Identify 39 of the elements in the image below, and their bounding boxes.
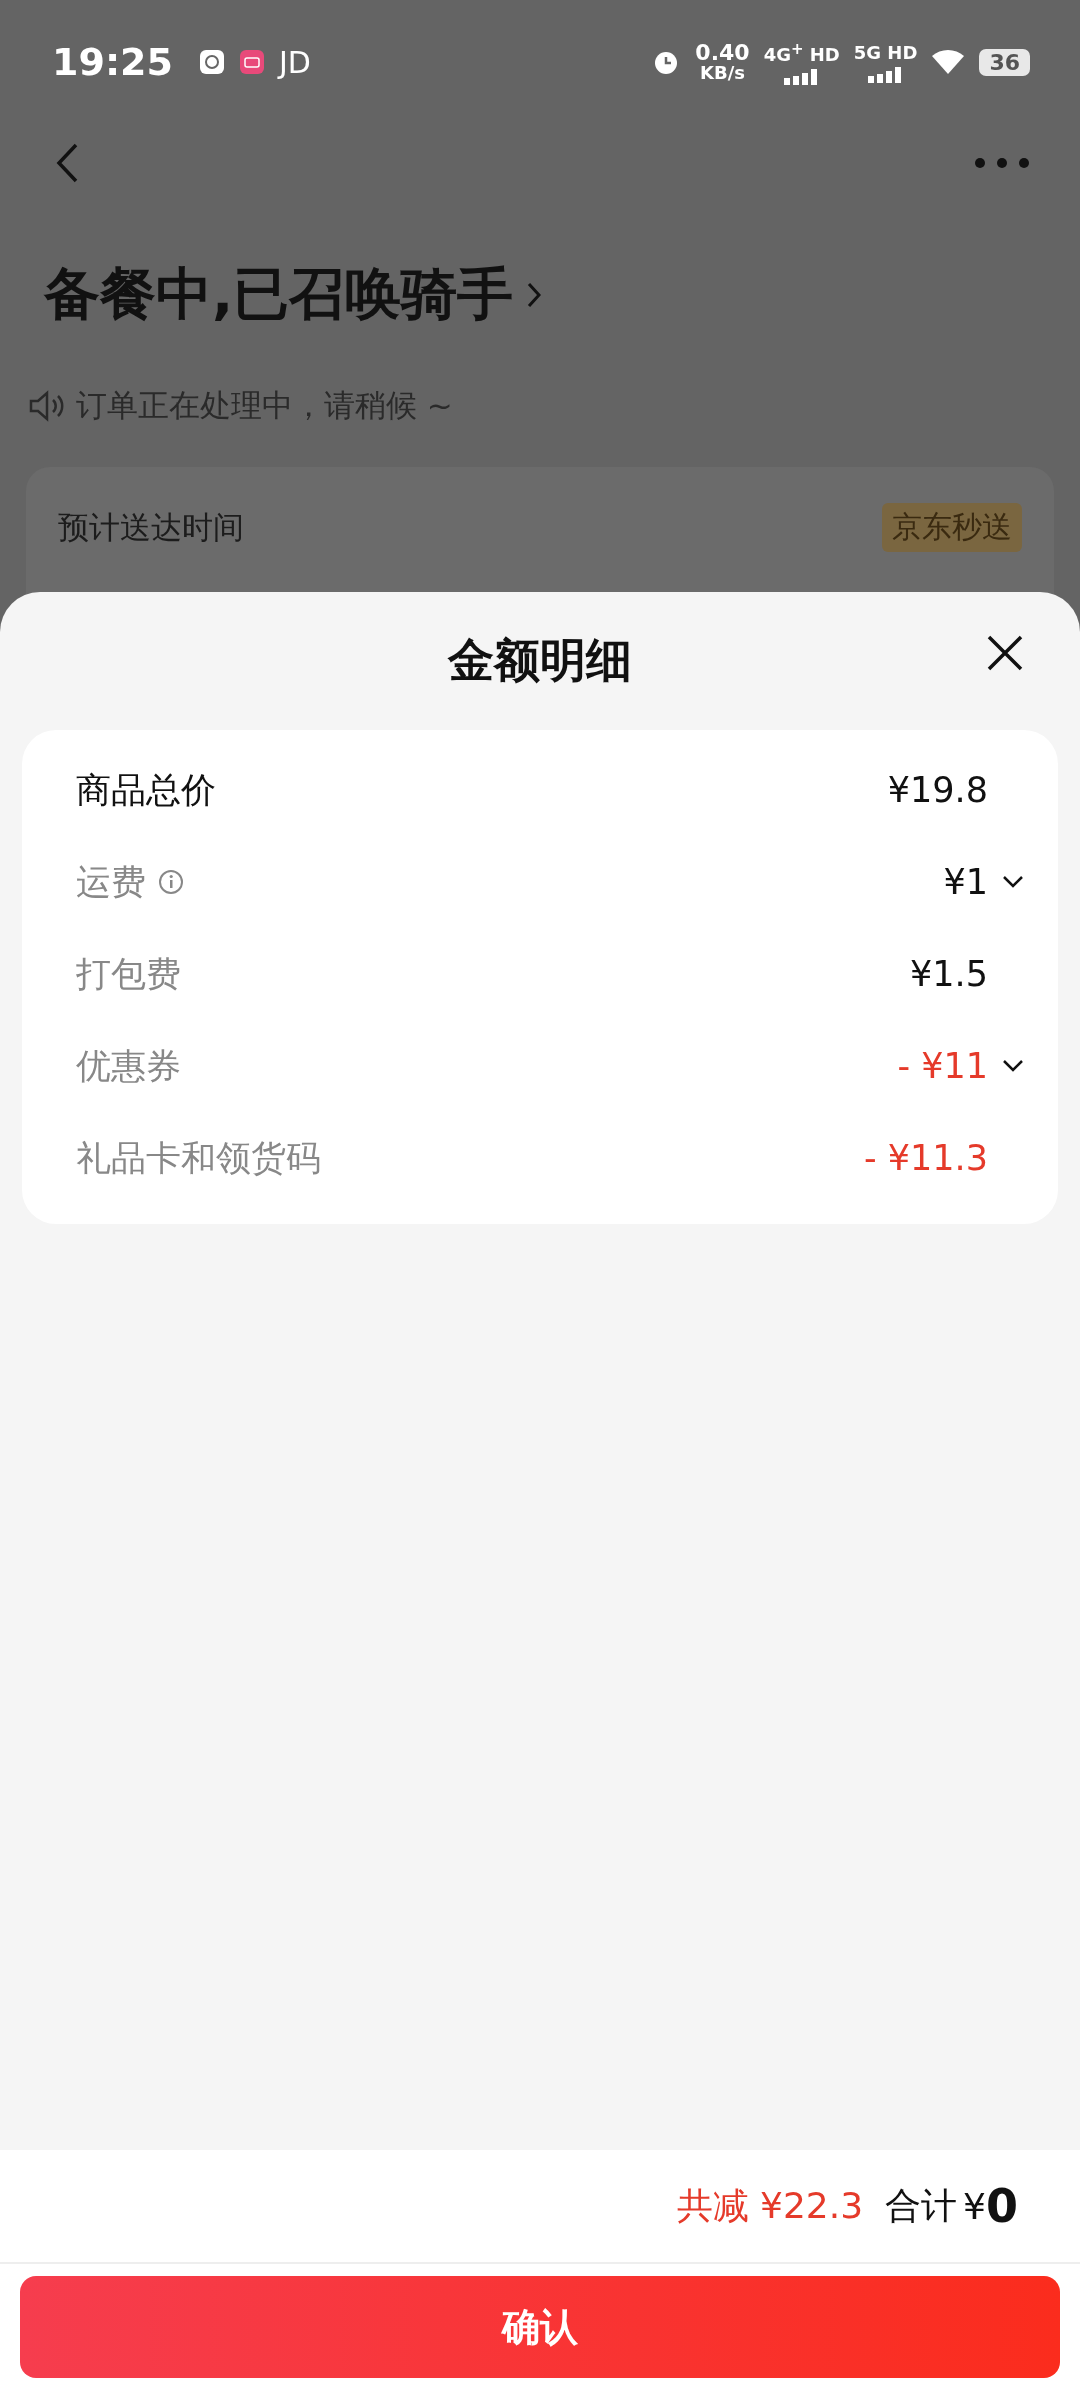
signal-icon: [783, 68, 820, 85]
price-value: - ¥11: [897, 1046, 988, 1086]
sheet-title: 金额明细: [448, 632, 632, 689]
speed-unit: KB/s: [700, 64, 745, 83]
info-icon[interactable]: [158, 869, 184, 895]
app-icon: [238, 49, 265, 76]
order-status-title[interactable]: 备餐中,已召唤骑手: [44, 257, 514, 334]
app-icon: [198, 49, 225, 76]
price-label: 礼品卡和领货码: [76, 1136, 321, 1180]
delivery-label: 预计送达时间: [58, 507, 244, 547]
close-button[interactable]: [986, 634, 1024, 672]
network-label: 5G HD: [853, 41, 918, 63]
total-amount: 0: [986, 2179, 1018, 2233]
signal-icon: [867, 66, 904, 83]
network-label: 4G$^{+}$ HD: [763, 39, 840, 65]
currency-symbol: ¥: [963, 2185, 986, 2227]
status-time: 19:25: [52, 40, 173, 85]
discount-total: 共减 ¥22.3: [676, 2183, 864, 2228]
price-value: - ¥11.3: [864, 1138, 988, 1178]
back-icon[interactable]: [56, 142, 80, 183]
confirm-button[interactable]: 确认: [20, 2276, 1060, 2378]
speaker-icon: [28, 389, 64, 422]
battery-icon: 36: [979, 48, 1030, 76]
price-label: 运费: [76, 860, 146, 904]
total-label: 合计: [885, 2183, 958, 2228]
price-value: ¥19.8: [887, 770, 988, 810]
more-icon[interactable]: [974, 156, 1030, 169]
chevron-down-icon[interactable]: [1002, 1059, 1024, 1073]
price-label: 打包费: [76, 952, 181, 996]
notice-text: 订单正在处理中，请稍候 ~: [76, 385, 453, 425]
app-label: JD: [278, 44, 311, 80]
delivery-badge: 京东秒送: [882, 503, 1022, 552]
price-value: ¥1: [943, 862, 988, 902]
price-value: ¥1.5: [910, 954, 988, 994]
chevron-down-icon[interactable]: [1002, 875, 1024, 889]
price-label: 优惠券: [76, 1044, 181, 1088]
speed-value: 0.40: [695, 42, 750, 65]
price-label: 商品总价: [76, 768, 216, 812]
chevron-right-icon[interactable]: [527, 282, 542, 309]
